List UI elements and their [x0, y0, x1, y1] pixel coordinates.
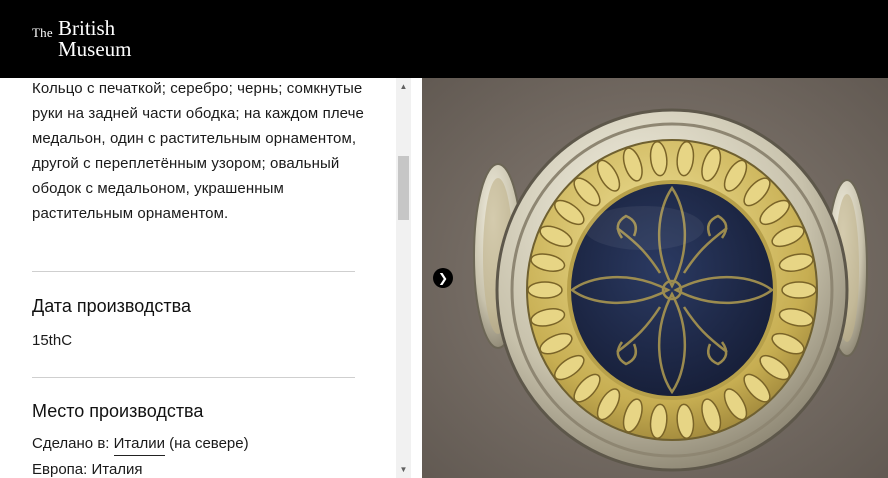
- chevron-right-icon[interactable]: ❯: [433, 268, 453, 288]
- object-details-panel: Кольцо с печаткой; серебро; чернь; сомкн…: [0, 78, 396, 478]
- ring-photo: [422, 78, 888, 478]
- petal: [527, 281, 563, 299]
- object-image[interactable]: [422, 78, 888, 478]
- place-link-italy[interactable]: Италии: [113, 435, 165, 456]
- made-in-suffix: (на севере): [169, 435, 249, 452]
- production-place-title: Место производства: [32, 401, 204, 421]
- scroll-up-arrow-icon[interactable]: ▲: [396, 78, 411, 95]
- panel-gap: [411, 78, 422, 478]
- site-header: The British Museum: [0, 0, 888, 78]
- logo-the: The: [32, 25, 53, 40]
- production-date-value: 15thC: [32, 332, 73, 349]
- production-place-made-in: Сделано в: Италии (на севере): [32, 435, 249, 456]
- details-scrollbar[interactable]: ▲ ▼: [396, 78, 411, 478]
- divider: [32, 377, 355, 378]
- scroll-thumb[interactable]: [398, 156, 409, 220]
- logo-british: British: [58, 16, 116, 40]
- production-date-title: Дата производства: [32, 296, 192, 316]
- petal: [781, 281, 817, 299]
- object-description: Кольцо с печаткой; серебро; чернь; сомкн…: [32, 80, 364, 222]
- logo-museum: Museum: [58, 37, 132, 61]
- made-in-prefix: Сделано в:: [32, 435, 110, 452]
- divider: [32, 271, 355, 272]
- scroll-down-arrow-icon[interactable]: ▼: [396, 461, 411, 478]
- production-place-region: Европа: Италия: [32, 461, 143, 478]
